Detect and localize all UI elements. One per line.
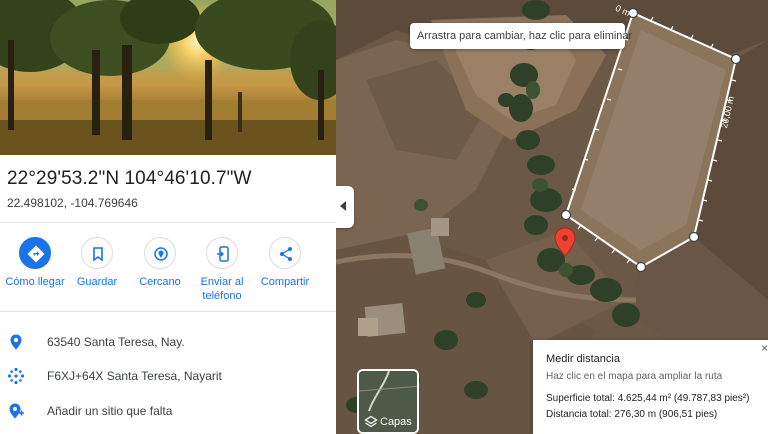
side-panel: 22°29'53.2"N 104°46'10.7"W 22.498102, -1… <box>0 0 336 434</box>
close-icon[interactable]: × <box>761 341 768 355</box>
measure-distance-card: Medir distancia Haz clic en el mapa para… <box>533 340 768 434</box>
directions-button[interactable]: Cómo llegar <box>3 235 67 289</box>
location-pin-icon <box>10 334 22 350</box>
measure-hint: Haz clic en el mapa para ampliar la ruta <box>546 371 723 382</box>
action-bar: Cómo llegar Guardar Cercano Enviar al te… <box>0 235 336 305</box>
map-canvas[interactable]: 0 m 20,00 m Arrastra para cambiar, haz c… <box>336 0 768 434</box>
plus-code-icon <box>7 367 25 385</box>
nearby-label: Cercano <box>139 276 181 288</box>
add-place-text: Añadir un sitio que falta <box>47 404 173 418</box>
map-tooltip: Arrastra para cambiar, haz clic para eli… <box>410 23 632 49</box>
send-to-phone-button[interactable]: Enviar al teléfono <box>190 235 254 303</box>
add-location-icon <box>9 403 24 419</box>
share-icon <box>269 237 301 269</box>
divider <box>0 222 336 223</box>
save-label: Guardar <box>76 276 118 288</box>
directions-label: Cómo llegar <box>5 276 65 288</box>
plus-code-text: F6XJ+64X Santa Teresa, Nayarit <box>47 369 222 383</box>
address-text: 63540 Santa Teresa, Nay. <box>47 335 185 349</box>
nearby-icon <box>144 237 176 269</box>
layers-label: Capas <box>380 416 412 428</box>
place-photo[interactable] <box>0 0 336 155</box>
measure-area: Superficie total: 4.625,44 m² (49.787,83… <box>546 393 750 404</box>
bookmark-icon <box>81 237 113 269</box>
coordinates-decimal[interactable]: 22.498102, -104.769646 <box>7 196 138 210</box>
plus-code-row[interactable]: F6XJ+64X Santa Teresa, Nayarit <box>0 361 336 391</box>
divider <box>0 311 336 312</box>
add-place-row[interactable]: Añadir un sitio que falta <box>0 396 336 426</box>
layers-icon <box>364 415 378 428</box>
send-to-phone-label: Enviar al teléfono <box>200 276 244 302</box>
save-button[interactable]: Guardar <box>65 235 129 289</box>
measure-distance: Distancia total: 276,30 m (906,51 pies) <box>546 409 718 420</box>
measure-title: Medir distancia <box>546 353 620 365</box>
coordinates-title: 22°29'53.2"N 104°46'10.7"W <box>7 168 252 189</box>
collapse-panel-button[interactable] <box>336 186 354 228</box>
share-button[interactable]: Compartir <box>253 235 317 289</box>
send-to-phone-icon <box>206 237 238 269</box>
nearby-button[interactable]: Cercano <box>128 235 192 289</box>
share-label: Compartir <box>260 276 310 288</box>
address-row[interactable]: 63540 Santa Teresa, Nay. <box>0 327 336 357</box>
layers-button[interactable]: Capas <box>357 369 419 434</box>
chevron-left-icon <box>340 201 346 211</box>
directions-icon <box>19 237 51 269</box>
